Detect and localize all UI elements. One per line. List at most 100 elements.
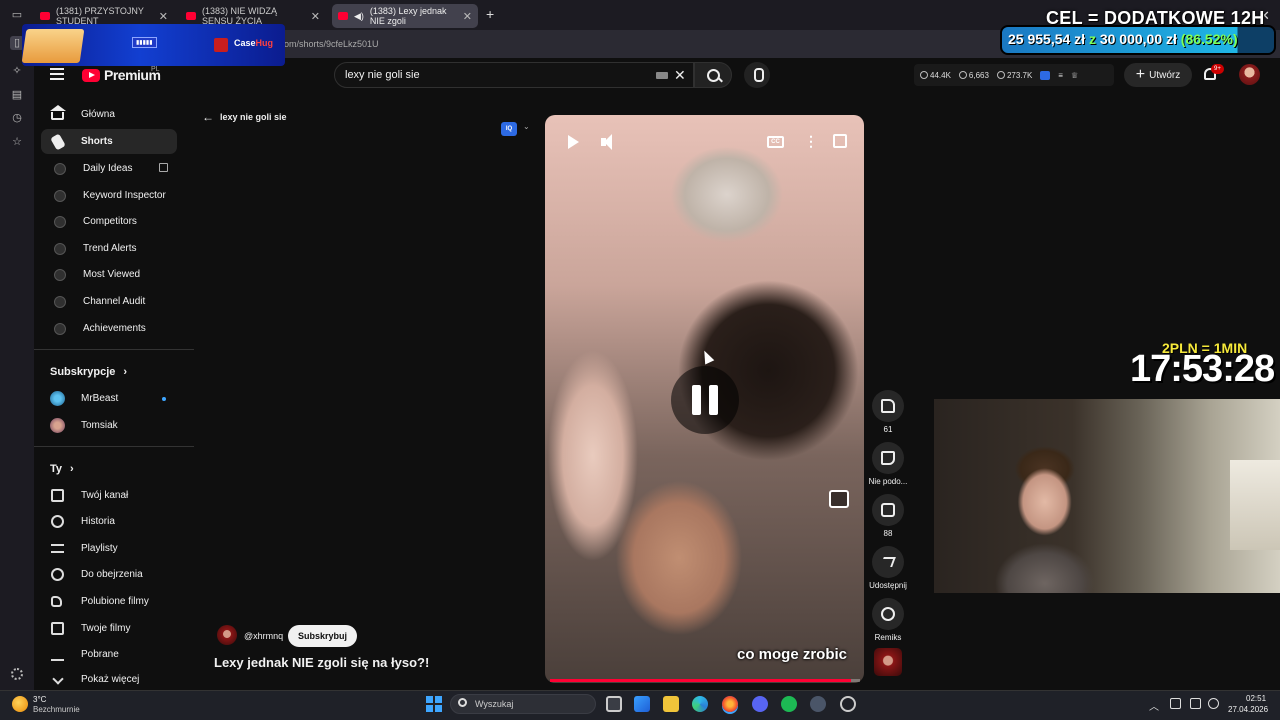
sidebar-item-downloads[interactable]: Pobrane — [41, 642, 177, 667]
sidebar-item-daily-ideas[interactable]: Daily Ideas — [41, 156, 177, 181]
back-label[interactable]: lexy nie goli sie — [220, 112, 287, 122]
clock-date[interactable]: 27.04.2026 — [1228, 705, 1268, 714]
play-button[interactable] — [565, 133, 583, 151]
windows-start-icon[interactable] — [426, 696, 442, 712]
sidebar-item-your-videos[interactable]: Twoje filmy — [41, 616, 177, 641]
sidebar-item-your-channel[interactable]: Twój kanał — [41, 483, 177, 508]
subscriptions-heading[interactable]: Subskrypcje › — [50, 366, 127, 378]
plus-icon: + — [1135, 66, 1146, 83]
subscribe-button[interactable]: Subskrybuj — [288, 625, 357, 647]
sidebar-item-playlists[interactable]: Playlisty — [41, 536, 177, 561]
volume-button[interactable] — [599, 133, 617, 151]
ai-sparkle-icon[interactable]: ✧ — [10, 64, 24, 78]
tab-close-icon[interactable]: ✕ — [311, 10, 320, 23]
search-button[interactable] — [694, 62, 732, 88]
browser-tab-active[interactable]: ◀) (1383) Lexy jednak NIE zgoli ✕ — [332, 4, 478, 28]
back-arrow-icon[interactable]: ← — [202, 110, 214, 124]
task-view-icon[interactable] — [606, 696, 622, 712]
sidebar-item-most-viewed[interactable]: Most Viewed — [41, 262, 177, 287]
list-icon[interactable]: ≡ — [1058, 71, 1063, 80]
taskbar-search[interactable] — [450, 694, 596, 714]
clear-search-icon[interactable]: ✕ — [674, 67, 686, 84]
sidebar-item-keyword-inspector[interactable]: Keyword Inspector — [41, 183, 177, 208]
new-tab-button[interactable]: + — [486, 6, 494, 22]
sidebar-item-watch-later[interactable]: Do obejrzenia — [41, 562, 177, 587]
extension-stats-bar[interactable]: 44.4K 6,663 273.7K ≡ ♕ — [914, 64, 1114, 86]
picture-in-picture-button[interactable] — [829, 490, 849, 508]
weather-temperature[interactable]: 3°C — [33, 695, 46, 704]
vidiq-icon[interactable] — [1040, 70, 1051, 80]
notification-badge: 9+ — [1211, 64, 1224, 74]
more-options-icon[interactable]: ⋮ — [804, 133, 818, 150]
sidebar-item-trend-alerts[interactable]: Trend Alerts — [41, 236, 177, 261]
sidebar-item-channel-audit[interactable]: Channel Audit — [41, 289, 177, 314]
monitor-icon[interactable] — [1190, 698, 1201, 709]
vidiq-badge[interactable]: IQ — [501, 122, 517, 136]
volume-icon[interactable] — [1208, 698, 1219, 709]
channel-handle[interactable]: @xhrmnq — [244, 631, 283, 641]
sidebar-item-competitors[interactable]: Competitors — [41, 209, 177, 234]
home-icon — [50, 105, 66, 120]
account-avatar[interactable] — [1239, 64, 1260, 85]
share-button[interactable]: Udostępnij — [869, 546, 907, 590]
remix-button[interactable]: Remiks — [872, 598, 904, 642]
clock-time[interactable]: 02:51 — [1246, 694, 1266, 703]
bookmark-list-icon[interactable]: ▤ — [10, 88, 24, 102]
sidebar-item-achievements[interactable]: Achievements — [41, 316, 177, 341]
dislike-button[interactable]: Nie podo... — [869, 442, 907, 486]
sidebar-item-home[interactable]: Główna — [41, 102, 177, 127]
settings-gear-icon[interactable] — [11, 668, 23, 680]
firefox-icon[interactable] — [722, 696, 738, 712]
weather-description[interactable]: Bezchmurnie — [33, 705, 80, 714]
youtube-premium-logo[interactable]: Premium PL — [82, 66, 161, 83]
edge-icon[interactable] — [692, 696, 708, 712]
search-input[interactable]: lexy nie goli sie — [345, 69, 420, 81]
sidebar-item-shorts[interactable]: Shorts — [41, 129, 177, 154]
tab-close-icon[interactable]: ✕ — [463, 10, 472, 23]
discord-icon[interactable] — [752, 696, 768, 712]
sidebar-item-tomsiak[interactable]: Tomsiak — [41, 413, 177, 438]
channel-avatar[interactable] — [217, 625, 237, 645]
spotify-icon[interactable] — [781, 696, 797, 712]
vidiq-icon — [54, 189, 66, 202]
pause-icon[interactable] — [671, 366, 739, 434]
sidebar-item-show-more[interactable]: Pokaż więcej — [41, 669, 177, 689]
file-explorer-icon[interactable] — [663, 696, 679, 712]
obs-icon[interactable] — [840, 696, 856, 712]
taskbar-search-placeholder[interactable]: Wyszukaj — [475, 699, 513, 709]
sidebar-item-label: Keyword Inspector — [83, 190, 166, 201]
download-icon — [51, 649, 64, 661]
voice-search-button[interactable] — [744, 62, 770, 88]
tab-list-icon[interactable]: ▭ — [10, 8, 24, 22]
star-icon[interactable]: ☆ — [10, 135, 24, 149]
fullscreen-button[interactable] — [833, 134, 847, 148]
show-hidden-icons[interactable]: ︿ — [1149, 698, 1159, 713]
sound-thumbnail[interactable] — [874, 648, 902, 676]
youtube-favicon-icon — [40, 12, 50, 20]
menu-icon[interactable] — [50, 68, 64, 80]
you-heading[interactable]: Ty › — [50, 463, 74, 475]
captions-button[interactable]: CC — [767, 136, 784, 148]
sidebar-item-mrbeast[interactable]: MrBeast — [41, 386, 177, 411]
sidebar-item-history[interactable]: Historia — [41, 509, 177, 534]
vidiq-icon — [54, 295, 66, 308]
tab-close-icon[interactable]: ✕ — [159, 10, 168, 23]
trophy-icon[interactable]: ♕ — [1071, 71, 1078, 80]
video-title[interactable]: Lexy jednak NIE zgoli się na łyso?! — [214, 655, 429, 670]
url-text[interactable]: om/shorts/9cfeLkz501U — [284, 39, 379, 49]
sponsor-logo: ▮▮▮▮▮ — [132, 37, 157, 48]
subathon-timer: 17:53:28 — [1130, 348, 1275, 390]
create-button[interactable]: + Utwórz — [1124, 63, 1192, 87]
video-progress-bar[interactable] — [550, 679, 860, 682]
weather-moon-icon[interactable] — [12, 696, 28, 712]
sidebar-item-liked-videos[interactable]: Polubione filmy — [41, 589, 177, 614]
network-icon[interactable] — [1170, 698, 1181, 709]
external-link-icon — [159, 163, 168, 172]
store-icon[interactable] — [634, 696, 650, 712]
comments-button[interactable]: 88 — [872, 494, 904, 538]
history-icon[interactable]: ◷ — [10, 111, 24, 125]
like-button[interactable]: 61 — [872, 390, 904, 434]
chevron-down-icon[interactable]: ⌄ — [523, 122, 530, 131]
keyboard-icon[interactable] — [656, 72, 668, 79]
settings-icon[interactable] — [810, 696, 826, 712]
